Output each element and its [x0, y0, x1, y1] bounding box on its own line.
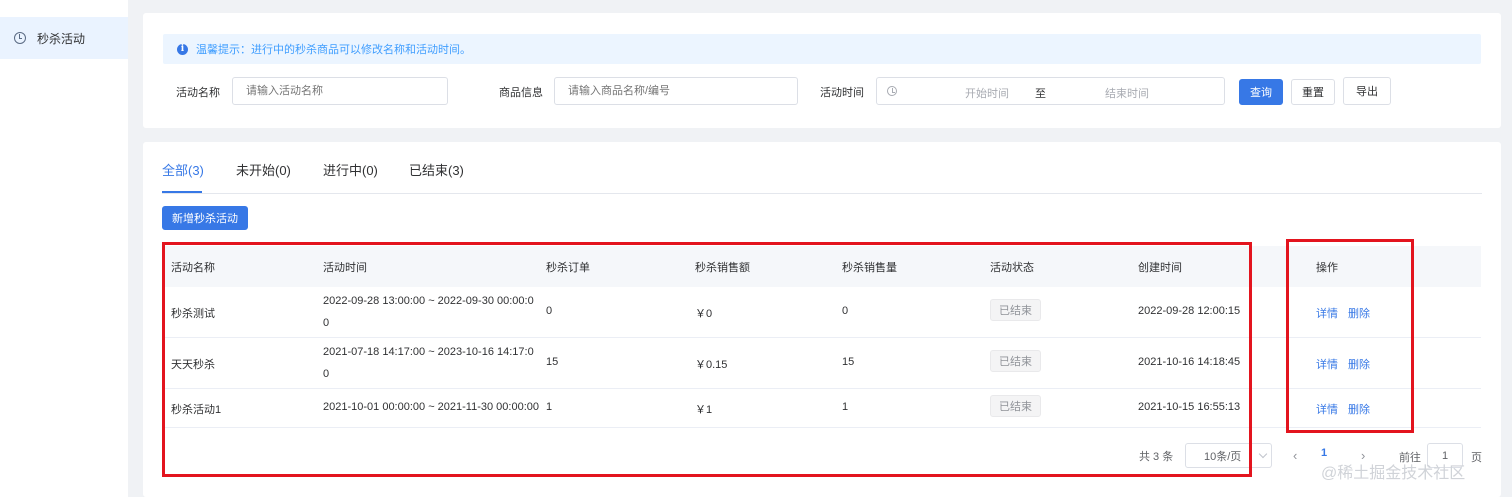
tab-all[interactable]: 全部(3) [162, 160, 204, 179]
goods-info-label: 商品信息 [499, 87, 543, 99]
highlight-box-table [162, 242, 1252, 477]
page-unit-label: 页 [1471, 452, 1482, 464]
tab-not-started[interactable]: 未开始(0) [236, 160, 291, 179]
reset-button[interactable]: 重置 [1291, 79, 1335, 105]
tab-active-indicator [162, 191, 202, 193]
watermark: @稀土掘金技术社区 [1321, 465, 1466, 482]
sidebar-item-label: 秒杀活动 [37, 31, 86, 46]
page-number-1[interactable]: 1 [1321, 447, 1327, 459]
tab-ended[interactable]: 已结束(3) [409, 160, 464, 179]
tab-in-progress[interactable]: 进行中(0) [323, 160, 378, 179]
add-flash-sale-button[interactable]: 新增秒杀活动 [162, 206, 248, 230]
search-button[interactable]: 查询 [1239, 79, 1283, 105]
activity-name-label: 活动名称 [176, 87, 220, 99]
sidebar-item-flash-sale[interactable]: 秒杀活动 [0, 17, 128, 59]
clock-icon [14, 32, 26, 44]
goods-info-input[interactable] [554, 77, 798, 105]
chevron-down-icon [1258, 449, 1268, 459]
activity-name-input[interactable] [232, 77, 448, 105]
start-time-input[interactable]: 开始时间 [947, 85, 1027, 101]
highlight-box-actions [1286, 239, 1414, 433]
tip-alert: i 温馨提示：进行中的秒杀商品可以修改名称和活动时间。 [163, 34, 1481, 64]
tip-text: 温馨提示：进行中的秒杀商品可以修改名称和活动时间。 [196, 44, 471, 56]
date-separator: 至 [1035, 88, 1046, 100]
tab-divider [162, 193, 1482, 194]
export-button[interactable]: 导出 [1343, 77, 1391, 105]
info-icon: i [177, 43, 188, 55]
date-range-picker[interactable]: 开始时间 至 结束时间 [876, 77, 1225, 105]
activity-time-label: 活动时间 [820, 87, 864, 99]
sidebar: 秒杀活动 [0, 0, 128, 497]
end-time-input[interactable]: 结束时间 [1082, 85, 1172, 101]
prev-page-button[interactable]: ‹ [1293, 448, 1297, 463]
clock-icon [887, 86, 897, 96]
filter-card: i 温馨提示：进行中的秒杀商品可以修改名称和活动时间。 活动名称 商品信息 活动… [143, 13, 1501, 128]
